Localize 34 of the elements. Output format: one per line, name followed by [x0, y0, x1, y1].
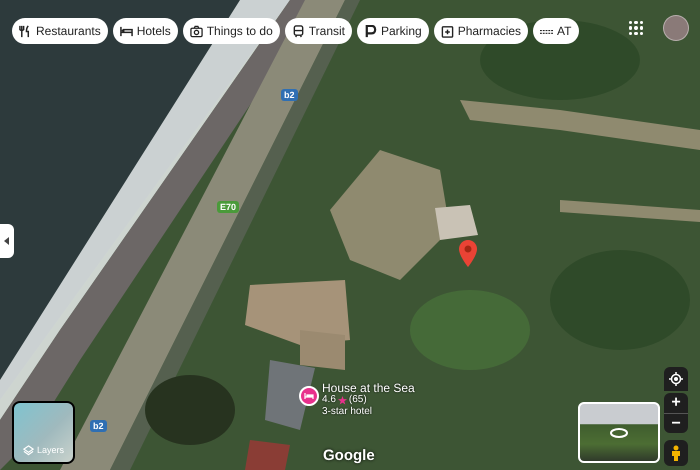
rotate-360-icon — [609, 426, 629, 438]
category-chip[interactable]: Transit — [284, 18, 352, 44]
place-category: 3-star hotel — [322, 406, 374, 418]
cross-box-icon — [440, 24, 454, 38]
street-view-pegman-button[interactable] — [664, 440, 688, 466]
category-chip[interactable]: Hotels — [112, 18, 178, 44]
place-rating: 4.6 — [322, 394, 336, 406]
category-chip[interactable]: Restaurants — [12, 18, 108, 44]
camera-icon — [190, 24, 203, 38]
caret-left-icon — [4, 237, 10, 245]
road-shield: E70 — [217, 201, 240, 213]
bed-icon — [120, 24, 133, 38]
place-name[interactable]: House at the Sea — [322, 382, 415, 394]
collapse-panel-button[interactable] — [0, 224, 14, 258]
my-location-button[interactable] — [664, 367, 688, 391]
layers-icon — [22, 445, 34, 456]
road-shield: b2 — [90, 420, 107, 432]
category-chip[interactable]: Pharmacies — [434, 18, 528, 44]
category-chip[interactable]: Parking — [357, 18, 429, 44]
pegman-icon — [671, 445, 681, 461]
road-shield: b2 — [281, 89, 298, 101]
zoom-in-button[interactable]: + — [664, 393, 688, 413]
train-icon — [292, 24, 305, 38]
parking-icon — [364, 24, 377, 38]
star-icon — [338, 396, 347, 404]
satellite-map-drawing[interactable] — [0, 0, 700, 470]
fork-knife-icon — [19, 24, 32, 38]
google-attribution: Google — [323, 446, 375, 466]
locate-icon — [669, 372, 683, 386]
zoom-out-button[interactable]: − — [664, 413, 688, 433]
review-count: (65) — [348, 394, 367, 406]
apps-grid-icon[interactable] — [629, 21, 643, 35]
street-view-thumbnail[interactable] — [578, 402, 660, 463]
category-chip[interactable]: Things to do — [182, 18, 280, 44]
